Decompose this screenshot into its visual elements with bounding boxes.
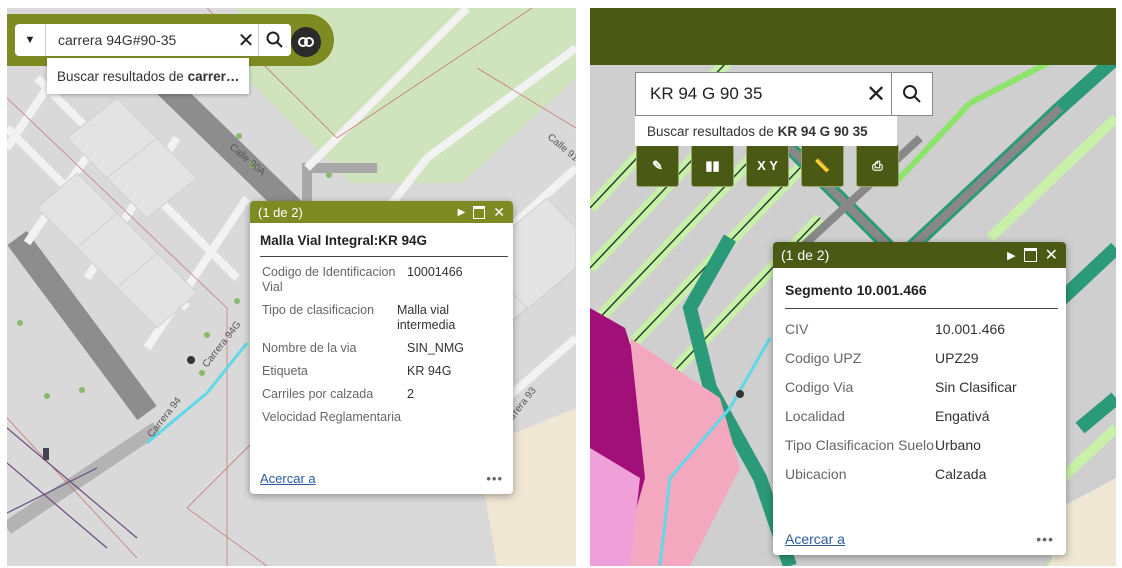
toolbar: ✎ ▮▮ X Y 📏 ⎙ [636, 144, 899, 187]
search-icon [903, 85, 921, 103]
field-name: Codigo Via [785, 379, 854, 395]
suggestion-term: KR 94 G 90 35 [777, 123, 868, 139]
measure-icon: 📏 [814, 157, 831, 173]
popup-counter: (1 de 2) [781, 247, 830, 263]
popup-field-row: Etiqueta KR 94G [262, 364, 503, 379]
field-value: Sin Clasificar [935, 379, 1017, 395]
search-icon [266, 31, 283, 48]
popup-header: (1 de 2) ▶ ✕ [773, 242, 1066, 268]
xy-tool-button[interactable]: X Y [746, 144, 789, 187]
zoom-to-link[interactable]: Acercar a [785, 531, 845, 547]
app-header-bar [590, 8, 1116, 65]
popup-field-row: Carriles por calzada 2 [262, 387, 503, 402]
field-value: UPZ29 [935, 350, 979, 366]
more-options-icon[interactable]: ••• [1036, 531, 1054, 547]
field-name: Carriles por calzada [262, 387, 374, 401]
field-value: Calzada [935, 466, 987, 482]
search-box: ▼ carrera 94G#90-35 ✕ [15, 24, 291, 56]
maximize-icon[interactable] [1023, 248, 1037, 262]
popup-field-row: Codigo UPZ UPZ29 [785, 350, 1056, 379]
print-tool-button[interactable]: ⎙ [856, 144, 899, 187]
field-value: Urbano [935, 437, 981, 453]
more-options-icon[interactable]: ••• [486, 471, 503, 486]
popup-field-row: CIV 10.001.466 [785, 321, 1056, 350]
field-value: 10001466 [407, 265, 463, 279]
search-source-dropdown[interactable]: ▼ [15, 24, 46, 56]
location-marker[interactable] [187, 356, 195, 364]
popup-field-row: Tipo de clasificacion Malla vial intermed… [262, 303, 503, 333]
search-button[interactable] [891, 73, 932, 115]
print-icon: ⎙ [872, 157, 883, 173]
field-name: Codigo de Identificacion Vial [262, 265, 396, 294]
popup-field-row: Velocidad Reglamentaria [262, 410, 503, 425]
popup-field-row: Localidad Engativá [785, 408, 1056, 437]
popup-field-row: Ubicacion Calzada [785, 466, 1056, 495]
draw-tool-button[interactable]: ✎ [636, 144, 679, 187]
xy-icon: X Y [757, 158, 778, 173]
field-value: 2 [407, 387, 414, 401]
field-name: Tipo Clasificacion Suelo [785, 437, 934, 453]
popup-field-row: Tipo Clasificacion Suelo Urbano [785, 437, 1056, 466]
close-icon[interactable]: ✕ [1045, 245, 1058, 265]
search-suggestion[interactable]: Buscar resultados de KR 94 G 90 35 [635, 116, 897, 146]
popup-field-row: Codigo de Identificacion Vial 10001466 [262, 265, 503, 295]
clear-search-icon[interactable]: ✕ [234, 28, 258, 53]
right-map-view[interactable]: KR 94 G 90 35 ✕ ✎ ▮▮ X Y 📏 ⎙ Buscar resu… [590, 8, 1116, 566]
field-name: Codigo UPZ [785, 350, 862, 366]
close-icon[interactable]: ✕ [493, 204, 505, 221]
zoom-to-link[interactable]: Acercar a [260, 471, 316, 486]
link-icon [298, 37, 314, 47]
popup-field-row: Nombre de la via SIN_NMG [262, 341, 503, 356]
popup-title: Segmento 10.001.466 [785, 282, 1058, 309]
location-marker[interactable] [736, 390, 744, 398]
next-feature-icon[interactable]: ▶ [458, 207, 466, 218]
next-feature-icon[interactable]: ▶ [1007, 249, 1015, 262]
feature-popup: (1 de 2) ▶ ✕ Malla Vial Integral:KR 94G … [250, 201, 513, 494]
transit-icon [43, 448, 49, 460]
field-value: KR 94G [407, 364, 452, 378]
field-value: Malla vial intermedia [396, 303, 456, 332]
layers-tool-button[interactable]: ▮▮ [691, 144, 734, 187]
popup-footer: Acercar a ••• [773, 531, 1066, 547]
draw-icon: ✎ [652, 157, 663, 173]
popup-title: Malla Vial Integral:KR 94G [260, 233, 508, 257]
search-suggestion[interactable]: Buscar resultados de carrer… [47, 58, 249, 94]
popup-field-row: Codigo Via Sin Clasificar [785, 379, 1056, 408]
field-value: 10.001.466 [935, 321, 1006, 337]
link-button[interactable] [291, 27, 321, 57]
field-name: Velocidad Reglamentaria [262, 410, 401, 424]
suggestion-prefix: Buscar resultados de [57, 68, 184, 84]
measure-tool-button[interactable]: 📏 [801, 144, 844, 187]
search-input[interactable]: carrera 94G#90-35 [46, 32, 234, 48]
search-input[interactable]: KR 94 G 90 35 [636, 84, 861, 104]
field-name: Tipo de clasificacion [262, 303, 375, 317]
search-button[interactable] [258, 24, 291, 56]
field-name: Ubicacion [785, 466, 847, 482]
field-name: Nombre de la via [262, 341, 357, 355]
field-value: SIN_NMG [407, 341, 464, 355]
feature-popup: (1 de 2) ▶ ✕ Segmento 10.001.466 CIV 10.0… [773, 242, 1066, 555]
field-name: Localidad [785, 408, 845, 424]
left-map-view[interactable]: Calle 90A Calle 91 Carrera 94G Carrera 9… [7, 8, 576, 566]
search-box: KR 94 G 90 35 ✕ [635, 72, 933, 116]
suggestion-prefix: Buscar resultados de [647, 123, 774, 139]
maximize-icon[interactable] [473, 205, 486, 219]
popup-header: (1 de 2) ▶ ✕ [250, 201, 513, 223]
popup-counter: (1 de 2) [258, 204, 303, 220]
field-value: Engativá [935, 408, 990, 424]
clear-search-icon[interactable]: ✕ [861, 80, 891, 109]
layers-icon: ▮▮ [705, 157, 720, 173]
field-name: CIV [785, 321, 809, 337]
suggestion-term: carrer… [187, 68, 240, 84]
popup-fields: CIV 10.001.466 Codigo UPZ UPZ29 Codigo Via Si… [773, 309, 1066, 495]
field-name: Etiqueta [262, 364, 308, 378]
popup-footer: Acercar a ••• [250, 471, 513, 486]
caret-down-icon: ▼ [24, 34, 36, 46]
popup-fields: Codigo de Identificacion Vial 10001466 Tip… [250, 257, 513, 425]
